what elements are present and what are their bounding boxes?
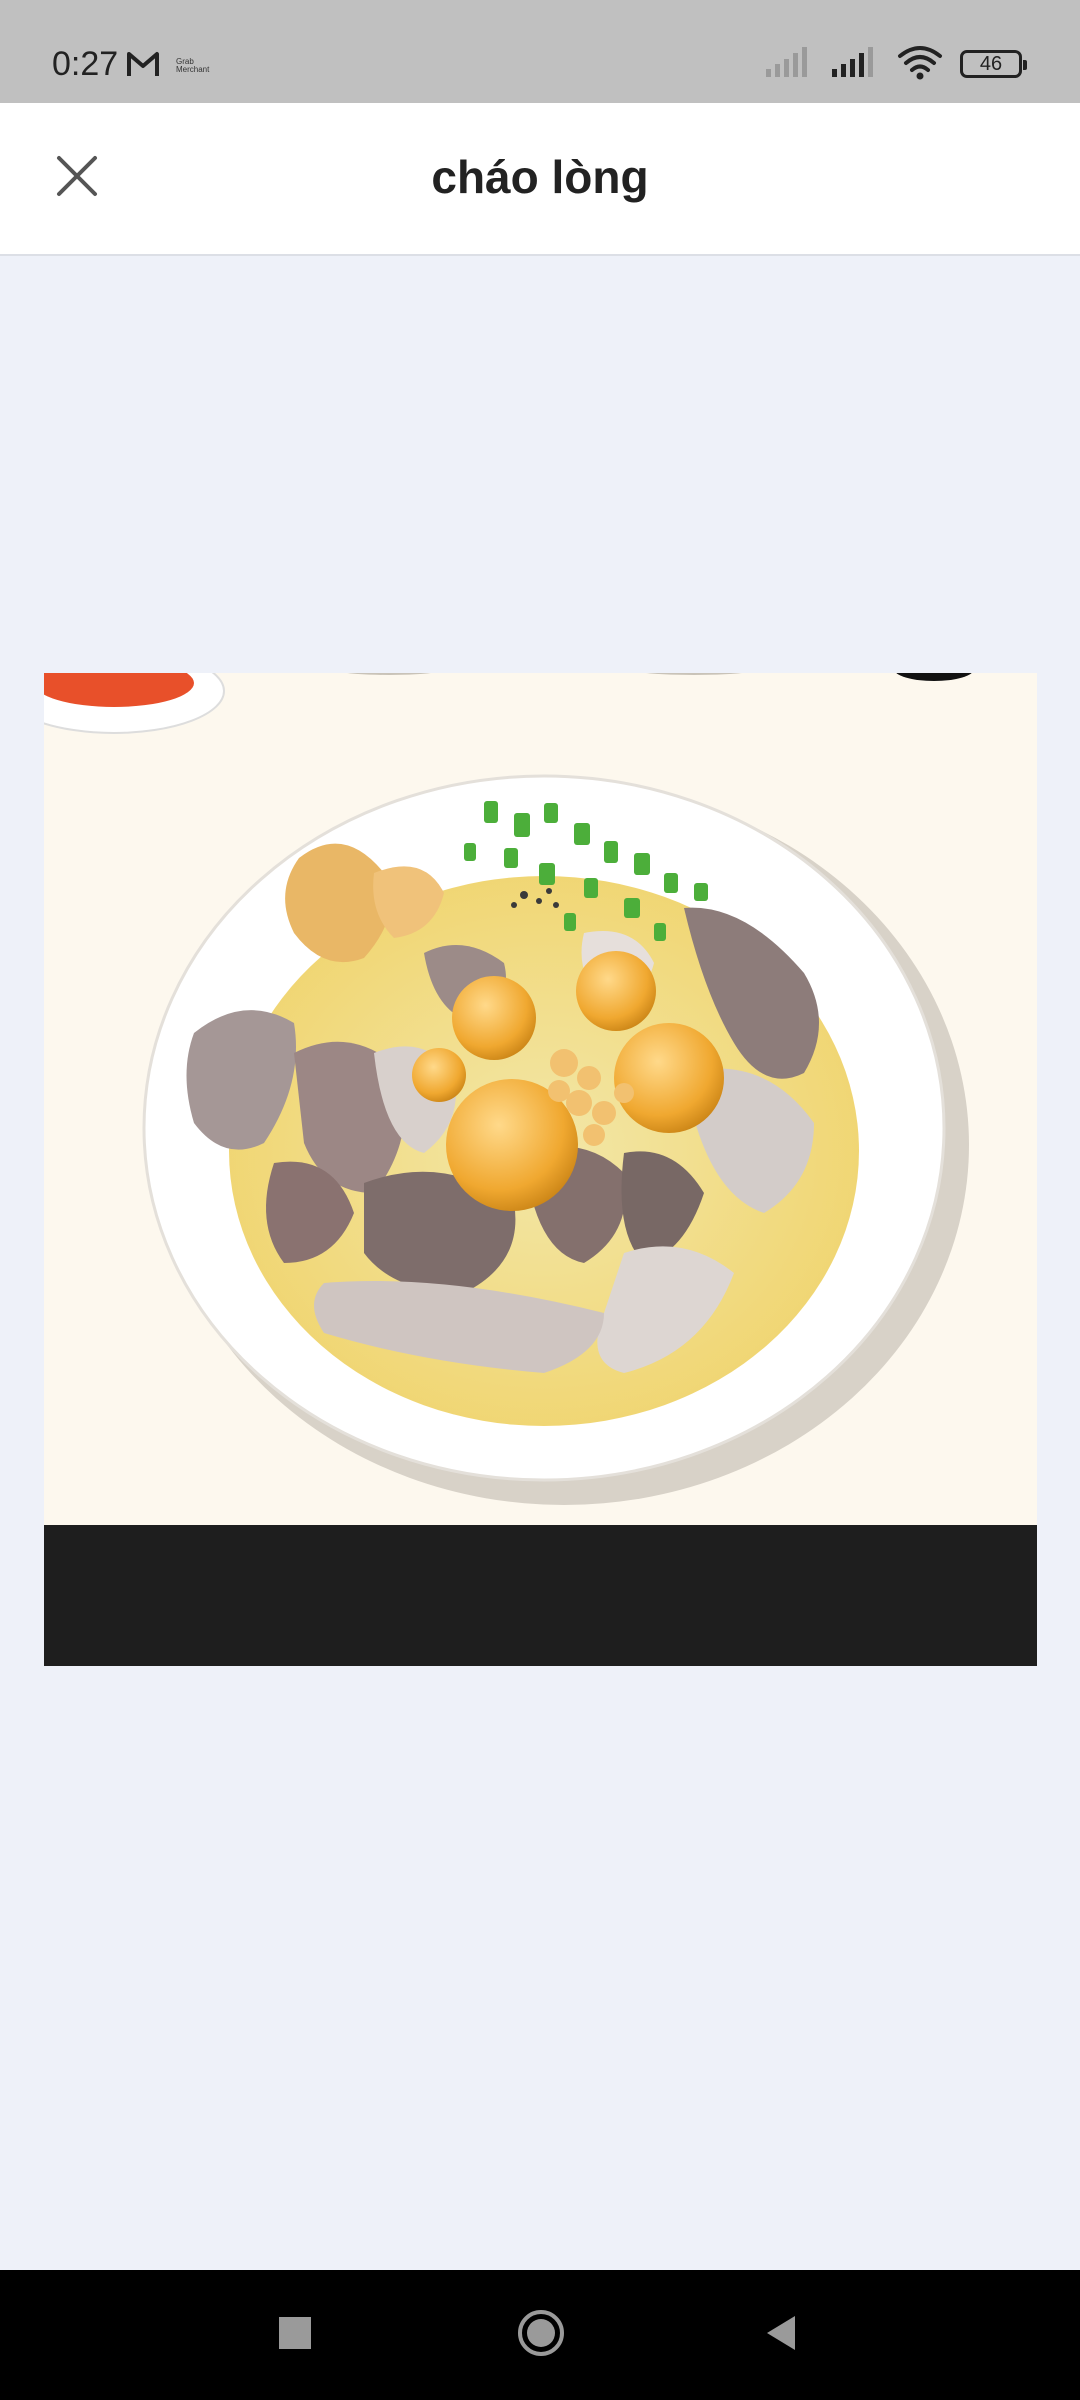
home-icon bbox=[516, 2308, 566, 2363]
page-title: cháo lòng bbox=[431, 151, 649, 203]
gmail-icon bbox=[126, 50, 160, 78]
food-photo-illustration bbox=[44, 673, 1037, 1666]
status-bar: 0:27 Grab Merchant 46 bbox=[0, 0, 1080, 103]
signal-icon bbox=[830, 45, 880, 84]
navigation-bar bbox=[0, 2270, 1080, 2400]
recents-button[interactable] bbox=[260, 2300, 330, 2370]
food-photo[interactable] bbox=[44, 673, 1037, 1666]
battery-icon: 46 bbox=[960, 50, 1027, 78]
header: cháo lòng bbox=[0, 103, 1080, 256]
home-button[interactable] bbox=[506, 2300, 576, 2370]
wifi-icon bbox=[896, 44, 944, 85]
grab-merchant-icon: Grab Merchant bbox=[176, 57, 210, 74]
recents-icon bbox=[278, 2316, 312, 2355]
back-button[interactable] bbox=[747, 2300, 817, 2370]
status-time: 0:27 bbox=[52, 45, 119, 83]
battery-level: 46 bbox=[979, 53, 1003, 75]
signal-icon bbox=[764, 45, 814, 84]
back-icon bbox=[763, 2314, 801, 2357]
